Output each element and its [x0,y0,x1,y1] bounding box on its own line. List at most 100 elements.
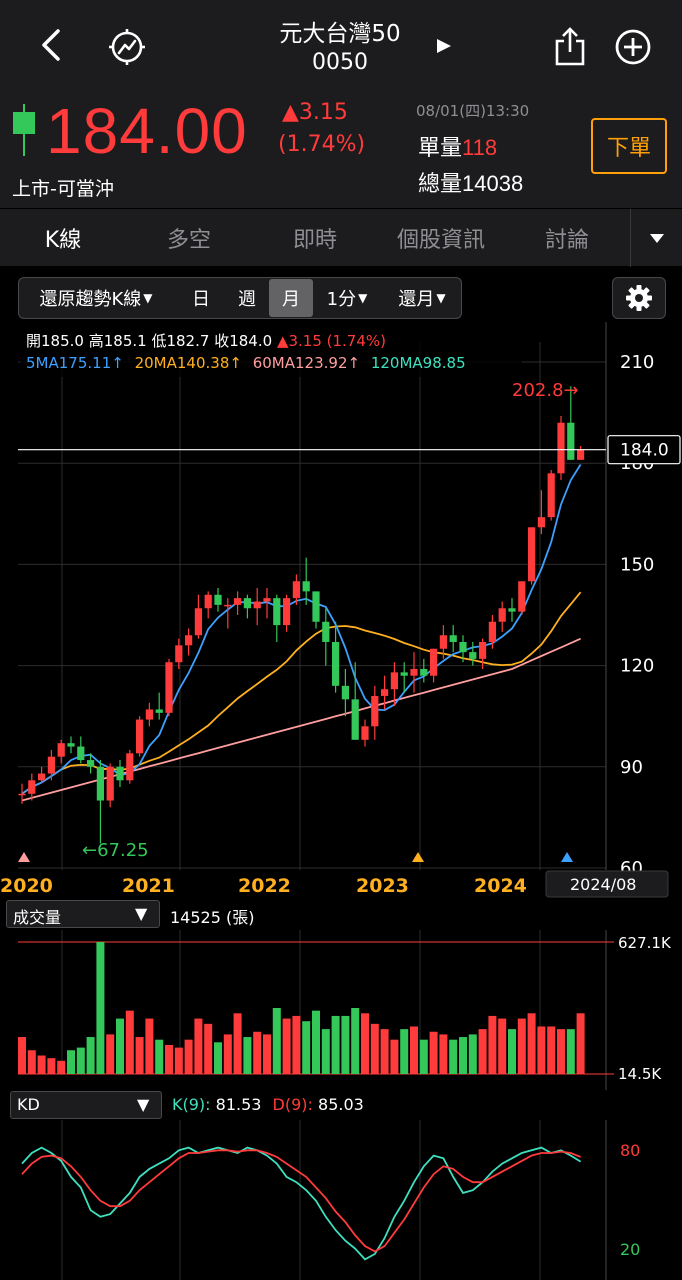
tab-more-dropdown[interactable] [630,209,682,267]
candle-body [488,621,496,642]
candle-body [273,598,281,626]
marker-triangle [561,852,573,862]
candle-body [224,604,232,607]
d-label: D(9): [272,1095,313,1114]
candle-status-icon [13,104,35,156]
y-tick-label: 120 [620,656,654,677]
volume-bar [57,1060,66,1074]
volume-bar [47,1058,56,1074]
period-minute-select[interactable]: 1分 ▼ [315,278,379,318]
candle-body [341,685,349,700]
candle-body [371,695,379,727]
volume-bar [155,1039,164,1074]
kline-mode-select[interactable]: 還原趨勢K線 ▼ [25,278,167,318]
candle-body [47,756,55,774]
candle-body [136,719,144,754]
volume-bar [223,1034,232,1074]
ma60-label: 60MA123.92↑ [252,354,361,372]
ohlc-high: 高185.1 [88,332,147,350]
candle-body [38,773,46,781]
volume-bar [449,1039,458,1074]
candle-body [145,709,153,720]
kline-chart[interactable]: 6090120150180210 184.0202.8→←67.25202020… [0,322,682,898]
volume-bar [508,1029,516,1074]
play-right-icon[interactable] [430,32,458,60]
volume-bar [429,1031,438,1074]
share-icon[interactable] [548,24,592,70]
candle-body [234,598,242,605]
candle-body [430,648,438,676]
kd-indicator-select[interactable]: KD ▼ [10,1091,162,1119]
x-tick-label: 2023 [356,875,409,897]
kline-mode-label: 還原趨勢K線 [39,289,142,310]
caret-down-icon: ▼ [143,291,153,305]
volume-bar [204,1023,213,1074]
volume-bar [419,1039,428,1074]
max-price-label: 202.8→ [512,380,579,401]
caret-down-icon [649,234,664,243]
volume-indicator-select[interactable]: 成交量 ▼ [6,900,160,928]
chart-settings-button[interactable] [612,277,666,319]
candle-body [420,668,428,676]
volume-bar [488,1015,497,1074]
volume-value: 14525 (張) [170,908,255,927]
volume-bar [214,1042,222,1074]
volume-bar [517,1018,526,1074]
candle-body [361,726,369,740]
caret-down-icon: ▼ [135,904,148,923]
volume-bar [400,1029,409,1074]
candle-body [410,668,418,676]
volume-bar [282,1018,291,1074]
volume-chart[interactable]: 627.1K 14.5K [0,930,682,1090]
volume-bar [341,1015,350,1074]
candle-body [263,598,271,602]
kd-chart[interactable]: 80 20 [0,1120,682,1280]
candle-body [459,641,467,653]
period-day[interactable]: 日 [179,278,223,318]
tab-stock-info[interactable]: 個股資訊 [378,209,504,267]
marker-triangle [412,852,424,862]
unit-volume-label: 單量 [418,136,463,161]
candle-body [28,780,36,794]
candle-body [439,635,447,649]
plus-circle-icon[interactable] [610,24,656,70]
tab-long-short[interactable]: 多空 [126,209,252,267]
k-value: 81.53 [215,1095,262,1114]
tab-realtime[interactable]: 即時 [252,209,378,267]
candle-body [479,641,487,659]
volume-bar [410,1026,418,1074]
candle-body [126,753,134,781]
candle-body [194,608,202,636]
candle-body [312,591,320,622]
period-month[interactable]: 月 [269,279,313,317]
adjust-range-select[interactable]: 還月 ▼ [387,278,457,318]
volume-bar [370,1023,379,1074]
d-value: 85.03 [318,1095,364,1114]
back-icon[interactable] [28,22,74,68]
period-week[interactable]: 週 [225,278,269,318]
last-price: 184.00 [46,95,248,167]
volume-bar [165,1044,173,1074]
candle-body [469,652,477,659]
order-button[interactable]: 下單 [591,118,667,174]
period-minute-label: 1分 [326,289,357,310]
k-label: K(9): [172,1095,211,1114]
volume-bar [37,1055,46,1074]
candle-body [567,422,575,460]
adjust-range-label: 還月 [398,289,435,310]
candle-body [106,766,114,801]
candle-body [77,746,85,761]
x-tick-label: 2022 [238,875,291,897]
candle-body [381,689,389,696]
volume-bar [576,1013,585,1074]
unit-volume: 單量118 [418,130,497,162]
tab-discussion[interactable]: 討論 [504,209,630,267]
ma-line: 5MA175.11↑ 20MA140.38↑ 60MA123.92↑ 120MA… [26,354,466,372]
volume-bar [459,1037,467,1074]
volume-bar [67,1050,75,1074]
unit-volume-value: 118 [462,135,498,160]
volume-bar [272,1008,281,1074]
compare-chart-icon[interactable] [104,24,150,70]
caret-down-icon: ▼ [436,291,446,305]
tab-kline[interactable]: K線 [0,209,126,267]
